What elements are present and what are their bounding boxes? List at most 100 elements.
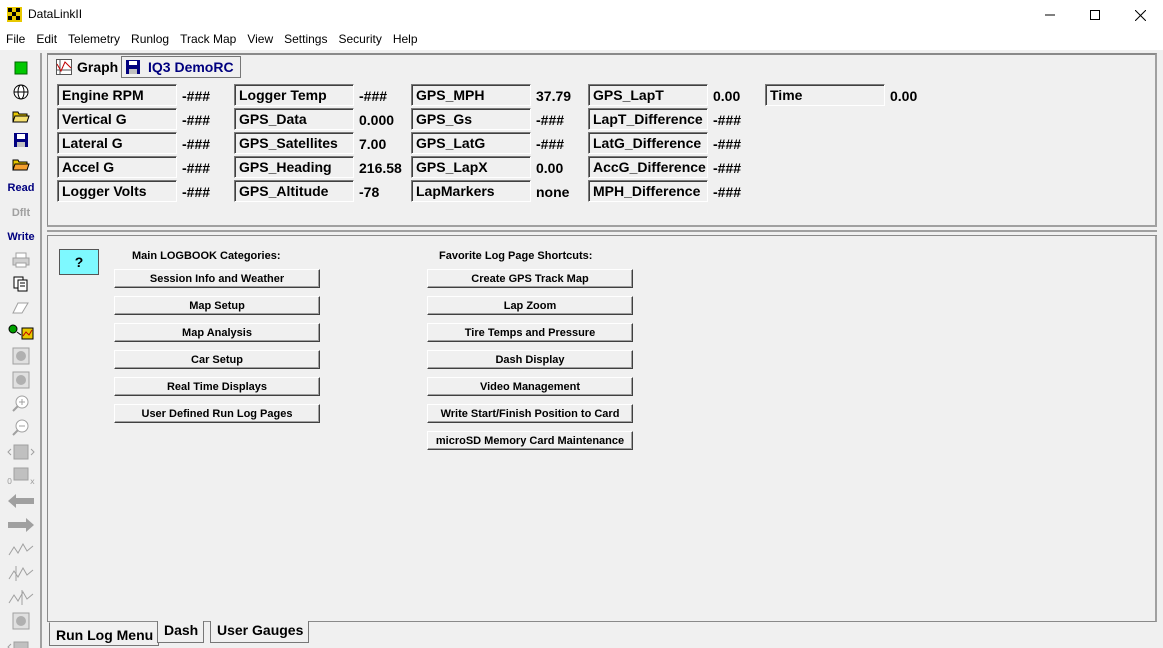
print-button[interactable] <box>5 249 37 271</box>
read-button[interactable]: Read <box>5 177 37 199</box>
channel-value: -### <box>713 112 742 128</box>
user-defined-pages-button[interactable]: User Defined Run Log Pages <box>114 404 320 423</box>
graph-settings-button[interactable] <box>5 321 37 343</box>
channel-label: Engine RPM <box>57 84 177 106</box>
menu-help[interactable]: Help <box>387 30 423 50</box>
next-button[interactable] <box>5 514 37 536</box>
channel-label: GPS_MPH <box>411 84 531 106</box>
tab-iq3-label: IQ3 DemoRC <box>148 59 234 75</box>
copy-icon <box>13 276 28 292</box>
app-logo-icon <box>7 7 22 22</box>
channel-value: -### <box>713 136 742 152</box>
microsd-maintenance-button[interactable]: microSD Memory Card Maintenance <box>427 431 633 450</box>
help-button[interactable]: ? <box>59 249 99 275</box>
record-button-3[interactable] <box>5 610 37 632</box>
new-button[interactable] <box>5 57 37 79</box>
open-folder-button[interactable] <box>5 153 37 175</box>
channel-label: GPS_LatG <box>411 132 531 154</box>
copy-button[interactable] <box>5 273 37 295</box>
create-gps-track-map-button[interactable]: Create GPS Track Map <box>427 269 633 288</box>
dash-display-button[interactable]: Dash Display <box>427 350 633 369</box>
channel-value: 0.00 <box>890 88 918 104</box>
shortcuts-heading: Favorite Log Page Shortcuts: <box>439 250 593 262</box>
channel-label: Time <box>765 84 885 106</box>
channel-value: 7.00 <box>359 136 387 152</box>
channel-value: 37.79 <box>536 88 572 104</box>
record-button-1[interactable] <box>5 345 37 367</box>
stop-icon <box>12 371 30 389</box>
channel-label: Vertical G <box>57 108 177 130</box>
channel-graph-icon <box>8 324 34 340</box>
zoom-out-icon <box>12 419 29 436</box>
arrow-right-icon <box>8 518 34 532</box>
channel-value: -### <box>182 88 211 104</box>
channel-label: Accel G <box>57 156 177 178</box>
tab-user-gauges[interactable]: User Gauges <box>210 621 310 643</box>
svg-text:0: 0 <box>7 477 12 485</box>
map-analysis-button[interactable]: Map Analysis <box>114 323 320 342</box>
maximize-button[interactable] <box>1072 0 1118 30</box>
pan-horizontal-button[interactable] <box>5 441 37 463</box>
eraser-icon <box>12 302 29 314</box>
lap-zoom-button[interactable]: Lap Zoom <box>427 296 633 315</box>
scroll-button[interactable] <box>5 634 37 648</box>
tab-run-log-menu[interactable]: Run Log Menu <box>49 622 160 646</box>
stop-icon <box>12 347 30 365</box>
zoom-out-button[interactable] <box>5 417 37 439</box>
menu-security[interactable]: Security <box>332 30 386 50</box>
open-button[interactable] <box>5 105 37 127</box>
channel-value: -### <box>713 160 742 176</box>
menu-telemetry[interactable]: Telemetry <box>62 30 125 50</box>
write-button[interactable]: Write <box>5 226 37 248</box>
tab-iq3-demorc[interactable]: IQ3 DemoRC <box>121 56 241 78</box>
channel-label: AccG_Difference <box>588 156 708 178</box>
trace-button-3[interactable] <box>5 586 37 608</box>
zoom-reset-button[interactable]: 0x <box>5 465 37 487</box>
new-icon <box>14 61 28 75</box>
channel-label: GPS_Satellites <box>234 132 354 154</box>
connect-button[interactable] <box>5 81 37 103</box>
tab-dash[interactable]: Dash <box>157 621 205 643</box>
menu-edit[interactable]: Edit <box>30 30 62 50</box>
pan-icon <box>7 444 35 460</box>
previous-button[interactable] <box>5 490 37 512</box>
channel-label: GPS_Gs <box>411 108 531 130</box>
save-icon <box>14 133 28 147</box>
trace-icon <box>8 542 34 556</box>
menu-track-map[interactable]: Track Map <box>174 30 241 50</box>
save-button[interactable] <box>5 129 37 151</box>
real-time-displays-button[interactable]: Real Time Displays <box>114 377 320 396</box>
channel-label: GPS_LapT <box>588 84 708 106</box>
car-setup-button[interactable]: Car Setup <box>114 350 320 369</box>
trace-button-2[interactable] <box>5 562 37 584</box>
tab-graph[interactable]: Graph <box>53 56 122 78</box>
channel-value: -### <box>359 88 388 104</box>
session-info-button[interactable]: Session Info and Weather <box>114 269 320 288</box>
record-button-2[interactable] <box>5 369 37 391</box>
tire-temps-button[interactable]: Tire Temps and Pressure <box>427 323 633 342</box>
zoom-in-button[interactable] <box>5 393 37 415</box>
trace-icon <box>8 590 34 605</box>
video-management-button[interactable]: Video Management <box>427 377 633 396</box>
menu-view[interactable]: View <box>241 30 278 50</box>
printer-icon <box>12 252 30 268</box>
channel-label: LapT_Difference <box>588 108 708 130</box>
erase-button[interactable] <box>5 297 37 319</box>
default-button[interactable]: Dflt <box>5 202 37 224</box>
write-start-finish-button[interactable]: Write Start/Finish Position to Card <box>427 404 633 423</box>
arrow-left-icon <box>8 494 34 508</box>
menu-file[interactable]: File <box>0 30 30 50</box>
zoom-in-icon <box>12 395 29 412</box>
close-icon <box>1134 9 1146 21</box>
menu-runlog[interactable]: Runlog <box>125 30 174 50</box>
minimize-button[interactable] <box>1027 0 1073 30</box>
channel-value: 0.00 <box>713 88 741 104</box>
channel-value: -### <box>182 136 211 152</box>
menu-settings[interactable]: Settings <box>278 30 332 50</box>
close-button[interactable] <box>1117 0 1163 30</box>
run-log-menu-panel <box>47 236 1157 622</box>
channel-value: 0.00 <box>536 160 564 176</box>
map-setup-button[interactable]: Map Setup <box>114 296 320 315</box>
trace-button-1[interactable] <box>5 538 37 560</box>
globe-icon <box>13 84 29 100</box>
